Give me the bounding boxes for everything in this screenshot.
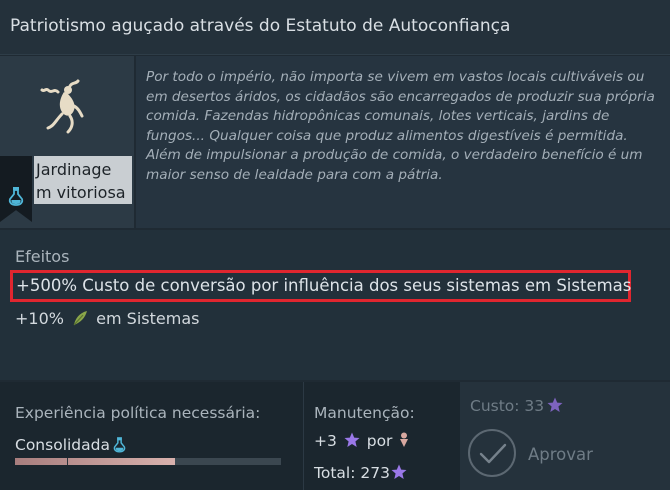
influence-star-icon [547,397,563,412]
food-leaf-icon [73,311,88,326]
approve-circle [468,429,516,477]
description-panel: Por todo o império, não importa se vivem… [136,56,670,228]
experience-value-text: Consolidada [15,436,110,454]
footer-panel: Experiência política necessária: Consoli… [0,382,670,490]
sprout-figure-icon [40,79,84,134]
statute-name-line-1: Jardinage [36,160,112,179]
potion-flask-icon [8,187,24,206]
experience-label: Experiência política necessária: [15,404,261,422]
progress-tick [67,458,68,465]
influence-star-icon [344,432,360,447]
cost-section: Custo: 33 Aprovar [460,382,670,490]
experience-progress-fill [15,458,175,465]
influence-star-icon [391,464,407,479]
effects-panel: Efeitos +500% Custo de conversão por inf… [0,230,670,380]
population-icon [400,432,409,447]
effect-food-value: +10% [15,309,64,328]
cost-label: Custo: 33 [470,397,563,415]
effects-label: Efeitos [15,247,70,266]
effect-food-suffix: em Sistemas [96,309,200,328]
maintenance-total: Total: 273 [314,464,407,482]
statute-card: Jardinage m vitoriosa [0,56,134,228]
effect-food-bonus: +10% em Sistemas [15,309,199,328]
approve-label: Aprovar [528,445,593,464]
effect-conversion-cost: +500% Custo de conversão por influência … [10,270,631,302]
description-text: Por todo o império, não importa se vivem… [146,69,655,183]
maintenance-amount: +3 [314,432,337,450]
checkmark-icon [479,443,507,464]
maintenance-total-text: Total: 273 [314,464,390,482]
title-bar: Patriotismo aguçado através do Estatuto … [0,0,670,55]
maintenance-rate: +3 por [314,432,411,450]
statute-name: Jardinage m vitoriosa [34,156,132,204]
statute-name-line-2: m vitoriosa [36,183,126,202]
statute-title: Patriotismo aguçado através do Estatuto … [10,16,511,36]
experience-value: Consolidada [15,436,126,454]
experience-section: Experiência política necessária: Consoli… [0,382,303,490]
potion-flask-icon [113,437,126,453]
experience-progress-bar [15,458,281,465]
maintenance-section: Manutenção: +3 por Total: 273 [303,382,461,490]
cost-label-text: Custo: 33 [470,397,545,415]
approve-button[interactable]: Aprovar [468,428,613,480]
maintenance-per: por [366,432,393,450]
maintenance-label: Manutenção: [314,404,415,422]
